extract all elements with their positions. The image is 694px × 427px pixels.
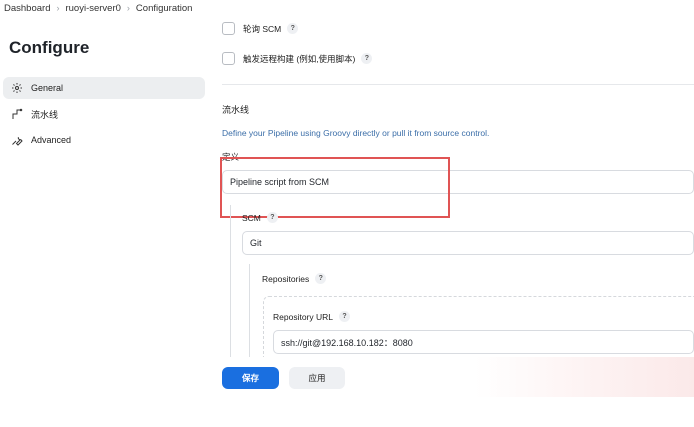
repository-url-label: Repository URL ?	[273, 311, 350, 322]
breadcrumb-project[interactable]: ruoyi-server0	[61, 3, 124, 14]
page-title: Configure	[9, 38, 90, 57]
repository-url-input[interactable]: ssh://git@192.168.10.182：8080	[273, 330, 694, 354]
save-button[interactable]: 保存	[222, 367, 279, 389]
poll-scm-checkbox[interactable]	[222, 22, 235, 35]
help-icon[interactable]: ?	[287, 23, 299, 34]
breadcrumb-dashboard[interactable]: Dashboard	[0, 3, 54, 14]
repository-url-label-text: Repository URL	[273, 311, 333, 322]
repositories-label: Repositories ?	[262, 273, 327, 284]
help-icon[interactable]: ?	[315, 273, 327, 284]
scm-label-text: SCM	[242, 212, 261, 223]
poll-scm-label: 轮询 SCM	[243, 23, 282, 34]
remote-trigger-label: 触发远程构建 (例如,使用脚本)	[243, 53, 356, 64]
sidebar-item-general[interactable]: General	[3, 77, 205, 99]
scm-select-value: Git	[250, 238, 262, 248]
definition-label-text: 定义	[222, 152, 240, 162]
nest-line	[249, 264, 250, 357]
section-divider	[222, 84, 694, 85]
nest-line	[230, 205, 231, 357]
action-bar	[207, 357, 694, 397]
wrench-icon	[10, 133, 24, 147]
remote-trigger-option: 触发远程构建 (例如,使用脚本) ?	[222, 52, 373, 65]
scm-select[interactable]: Git	[242, 231, 694, 255]
breadcrumb: Dashboard › ruoyi-server0 › Configuratio…	[0, 0, 694, 16]
pipeline-description: Define your Pipeline using Groovy direct…	[222, 128, 490, 138]
breadcrumb-configuration[interactable]: Configuration	[132, 3, 197, 14]
definition-select-value: Pipeline script from SCM	[230, 177, 330, 187]
chevron-right-icon: ›	[56, 3, 60, 13]
definition-label: 定义	[222, 151, 239, 163]
help-icon[interactable]: ?	[339, 311, 350, 322]
pipeline-icon	[10, 107, 24, 121]
definition-select[interactable]: Pipeline script from SCM	[222, 170, 694, 194]
poll-scm-option: 轮询 SCM ?	[222, 22, 299, 35]
sidebar-item-label: 流水线	[31, 109, 59, 120]
sidebar-item-label: Advanced	[31, 135, 72, 145]
help-icon[interactable]: ?	[266, 212, 278, 223]
help-icon[interactable]: ?	[361, 53, 373, 64]
scm-label: SCM ?	[242, 212, 278, 223]
repository-url-value: ssh://git@192.168.10.182：8080	[281, 337, 413, 348]
sidebar-item-advanced[interactable]: Advanced	[3, 129, 205, 151]
sidebar-item-pipeline[interactable]: 流水线	[3, 103, 205, 125]
repositories-label-text: Repositories	[262, 273, 310, 284]
apply-button[interactable]: 应用	[289, 367, 345, 389]
chevron-right-icon: ›	[126, 3, 130, 13]
sidebar-item-label: General	[31, 83, 64, 93]
remote-trigger-checkbox[interactable]	[222, 52, 235, 65]
pipeline-section-title: 流水线	[222, 105, 250, 115]
gear-icon	[10, 81, 24, 95]
